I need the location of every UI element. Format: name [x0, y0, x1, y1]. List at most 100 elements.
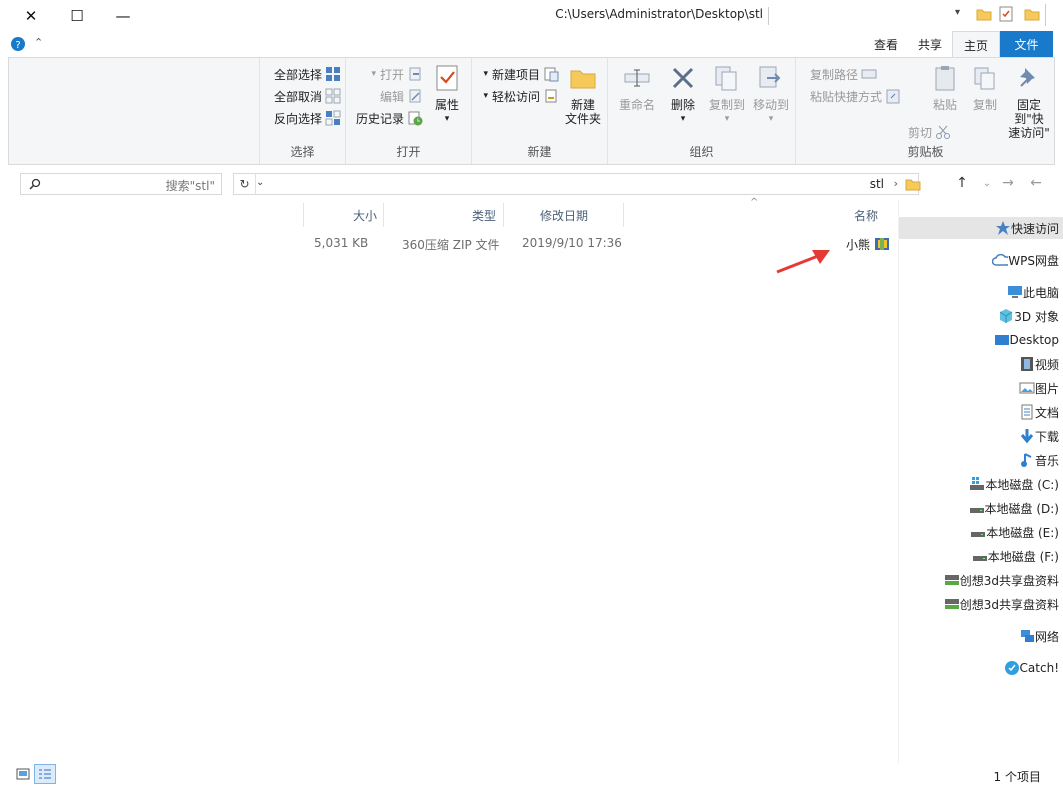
nav-3d-objects[interactable]: 3D 对象 [994, 305, 1059, 327]
new-group: 新建 文件夹 新建项目 ▾ 轻松访问 ▾ 新建 [471, 58, 607, 164]
tab-file[interactable]: 文件 [1000, 31, 1053, 57]
rename-button[interactable]: 重命名 [615, 62, 659, 112]
music-note-icon [1020, 453, 1032, 467]
open-button[interactable]: 打开 ▾ [371, 64, 423, 84]
delete-x-icon [667, 62, 699, 94]
new-group-label: 新建 [527, 145, 552, 159]
paste-shortcut-button[interactable]: 粘贴快捷方式 [810, 86, 901, 106]
nav-network-share-2[interactable]: 创想3d共享盘资料 [940, 593, 1059, 615]
forward-button[interactable]: → [999, 174, 1017, 192]
nav-downloads[interactable]: 下载 [1015, 425, 1059, 447]
recent-locations-button[interactable]: ⌄ [978, 174, 996, 192]
edit-icon [409, 89, 421, 103]
open-group: 属性 ▾ 打开 ▾ 编辑 历史记录 打开 [345, 58, 471, 164]
tab-share[interactable]: 共享 [908, 31, 952, 57]
svg-text:?: ? [15, 40, 20, 51]
scissors-icon [936, 125, 950, 139]
new-item-button[interactable]: 新建项目 ▾ [483, 64, 559, 84]
large-icons-view-button[interactable] [13, 766, 33, 782]
search-box[interactable]: 搜索"stl" [20, 173, 222, 195]
qat-dropdown-icon[interactable]: ▾ [955, 7, 960, 18]
details-view-icon [39, 769, 51, 779]
nav-drive-c[interactable]: 本地磁盘 (C:) [965, 473, 1059, 495]
edit-button[interactable]: 编辑 [380, 86, 423, 106]
paste-button[interactable]: 粘贴 [927, 62, 963, 112]
easy-access-button[interactable]: 轻松访问 ▾ [483, 86, 559, 106]
ribbon: 固定到"快 速访问" 复制 粘贴 剪切 复制路径 粘贴快捷方式 剪贴板 移动到 … [8, 57, 1055, 165]
properties-qat-icon[interactable] [998, 6, 1014, 22]
address-dropdown-icon[interactable]: ⌄ [256, 177, 264, 188]
copy-to-button[interactable]: 复制到 ▾ [707, 62, 747, 126]
system-drive-icon [970, 477, 985, 490]
nav-drive-f[interactable]: 本地磁盘 (F:) [968, 545, 1059, 567]
refresh-button[interactable]: ↻ [234, 174, 256, 194]
title-bar: ✕ ☐ — C:\Users\Administrator\Desktop\stl… [0, 0, 1063, 31]
network-drive-icon [944, 599, 959, 609]
nav-desktop[interactable]: Desktop [990, 329, 1059, 351]
nav-quick-access[interactable]: 快速访问 [991, 217, 1059, 239]
minimize-button[interactable]: — [100, 0, 146, 31]
forward-arrow-icon: → [1002, 175, 1014, 191]
catch-icon [1004, 661, 1019, 675]
nav-videos[interactable]: 视频 [1015, 353, 1059, 375]
nav-pictures[interactable]: 图片 [1015, 377, 1059, 399]
nav-catch[interactable]: Catch! [1000, 657, 1059, 679]
select-none-button[interactable]: 全部取消 [274, 86, 341, 106]
nav-drive-e[interactable]: 本地磁盘 (E:) [966, 521, 1059, 543]
folder-qat-icon[interactable] [1024, 6, 1040, 22]
tab-home[interactable]: 主页 [952, 31, 1000, 58]
history-button[interactable]: 历史记录 [356, 108, 423, 128]
address-path[interactable]: stl [870, 177, 884, 191]
move-to-icon [755, 62, 787, 94]
up-arrow-icon: ↑ [956, 175, 968, 191]
address-row: ← → ⌄ ↑ › stl ↻ ⌄ 搜索"stl" [0, 166, 1063, 200]
clipboard-group: 固定到"快 速访问" 复制 粘贴 剪切 复制路径 粘贴快捷方式 剪贴板 [795, 58, 1055, 164]
pin-quick-access-button[interactable]: 固定到"快 速访问" [1007, 62, 1051, 140]
drive-icon [969, 508, 984, 513]
picture-icon [1019, 382, 1035, 394]
nav-drive-d[interactable]: 本地磁盘 (D:) [965, 497, 1059, 519]
cut-button[interactable]: 剪切 [908, 122, 951, 142]
copy-button[interactable]: 复制 [967, 62, 1003, 112]
nav-this-pc[interactable]: 此电脑 [1003, 281, 1059, 303]
download-arrow-icon [1020, 429, 1034, 444]
column-size[interactable]: 大小 [353, 203, 377, 227]
column-date[interactable]: 修改日期 [540, 203, 588, 227]
easy-access-icon [545, 89, 557, 103]
organize-group: 移动到 ▾ 复制到 ▾ 删除 ▾ 重命名 组织 [607, 58, 795, 164]
item-count: 1 个项目 [993, 770, 1041, 784]
paste-icon [929, 62, 961, 94]
select-group: 全部选择 全部取消 反向选择 选择 [259, 58, 345, 164]
close-button[interactable]: ✕ [8, 0, 54, 31]
copy-path-button[interactable]: 复制路径 [810, 64, 877, 84]
delete-button[interactable]: 删除 ▾ [663, 62, 703, 126]
address-bar[interactable]: › stl ↻ ⌄ [233, 173, 921, 195]
select-all-button[interactable]: 全部选择 [274, 64, 341, 84]
nav-network-share-1[interactable]: 创想3d共享盘资料 [940, 569, 1059, 591]
new-folder-button[interactable]: 新建 文件夹 [563, 62, 603, 126]
details-view-button[interactable] [34, 764, 56, 784]
up-button[interactable]: ↑ [953, 174, 971, 192]
nav-documents[interactable]: 文档 [1015, 401, 1059, 423]
move-to-button[interactable]: 移动到 ▾ [751, 62, 791, 126]
search-icon[interactable] [29, 178, 41, 190]
column-name[interactable]: 名称 [854, 203, 878, 227]
search-placeholder: 搜索"stl" [165, 179, 215, 193]
folder-icon [976, 6, 992, 22]
drive-icon [972, 556, 987, 561]
properties-button[interactable]: 属性 ▾ [427, 62, 467, 126]
invert-selection-button[interactable]: 反向选择 [274, 108, 341, 128]
chevron-down-icon: ⌄ [982, 177, 992, 189]
maximize-button[interactable]: ☐ [54, 0, 100, 31]
pin-icon [1013, 62, 1045, 94]
collapse-ribbon-icon[interactable]: ⌃ [34, 36, 43, 49]
nav-music[interactable]: 音乐 [1015, 449, 1059, 471]
back-button[interactable]: ← [1027, 174, 1045, 192]
nav-network[interactable]: 网络 [1015, 625, 1059, 647]
select-none-icon [325, 88, 341, 104]
file-list[interactable]: ^ 名称 修改日期 类型 大小 小熊 2019/9/10 17:36 360压缩… [0, 197, 898, 763]
nav-wps[interactable]: WPS网盘 [988, 249, 1059, 271]
column-type[interactable]: 类型 [472, 203, 496, 227]
help-icon[interactable]: ? [11, 37, 25, 51]
tab-view[interactable]: 查看 [864, 31, 908, 57]
